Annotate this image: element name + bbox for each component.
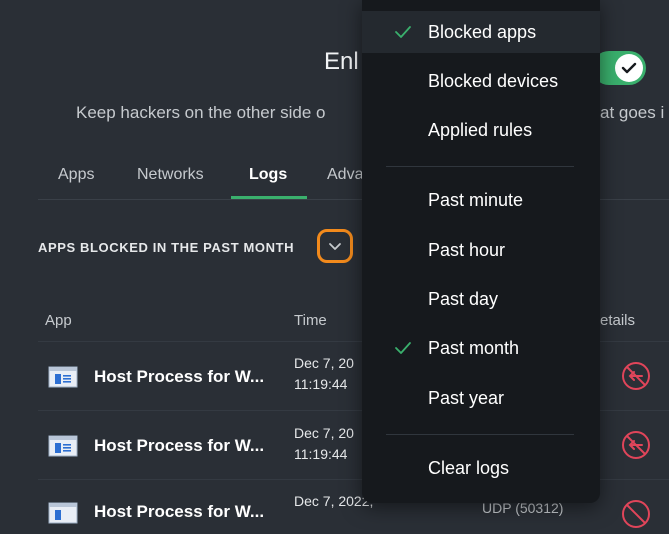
menu-item-label: Blocked devices [428,70,559,91]
menu-item-label: Past minute [428,189,524,210]
log-filter-dropdown-button[interactable] [317,229,353,263]
firewall-toggle[interactable] [592,51,646,85]
column-header-app[interactable]: App [45,312,72,329]
log-date: Dec 7, 20 [294,355,354,371]
check-icon [395,26,411,38]
app-name[interactable]: Host Process for W... [94,367,264,387]
menu-item-label: Applied rules [428,119,533,140]
app-name[interactable]: Host Process for W... [94,436,264,456]
app-window-icon [48,435,78,457]
active-tab-indicator [231,196,307,199]
tab-apps[interactable]: Apps [58,166,94,184]
menu-item-past-minute[interactable]: Past minute [362,179,600,221]
page-subtitle: Keep hackers on the other side o [76,103,326,122]
log-time: Dec 7, 20 11:19:44 [294,423,354,465]
menu-item-label: Clear logs [428,457,510,478]
menu-item-past-day[interactable]: Past day [362,278,600,320]
tab-logs[interactable]: Logs [249,166,287,184]
menu-item-past-year[interactable]: Past year [362,377,600,419]
column-header-time[interactable]: Time [294,312,327,329]
blocked-icon[interactable] [621,361,651,391]
check-icon [395,342,411,354]
chevron-down-icon [329,243,341,250]
menu-item-label: Past hour [428,239,506,260]
log-time: Dec 7, 20 11:19:44 [294,353,354,395]
tab-advanced[interactable]: Adva [327,166,363,184]
menu-item-label: Blocked apps [428,21,537,42]
log-date: Dec 7, 20 [294,425,354,441]
page-subtitle-tail: at goes i [600,103,665,122]
log-filter-menu: Blocked apps Blocked devices Applied rul… [362,0,600,503]
blocked-icon[interactable] [621,499,651,529]
log-clock: 11:19:44 [294,376,348,392]
app-window-icon [48,502,78,524]
menu-item-blocked-devices[interactable]: Blocked devices [362,60,600,102]
menu-divider [386,166,574,167]
menu-item-past-hour[interactable]: Past hour [362,229,600,271]
menu-item-blocked-apps[interactable]: Blocked apps [362,11,600,53]
menu-item-label: Past month [428,337,520,358]
column-header-details[interactable]: etails [600,312,635,329]
log-clock: 11:19:44 [294,446,348,462]
tab-networks[interactable]: Networks [137,166,204,184]
check-icon [615,54,643,82]
menu-item-past-month[interactable]: Past month [362,327,600,369]
menu-item-label: Past year [428,387,505,408]
menu-item-applied-rules[interactable]: Applied rules [362,109,600,151]
logs-section-title: APPS BLOCKED IN THE PAST MONTH [38,240,295,255]
app-window-icon [48,366,78,388]
menu-item-label: Past day [428,288,499,309]
blocked-icon[interactable] [621,430,651,460]
menu-divider [386,434,574,435]
app-name[interactable]: Host Process for W... [94,502,264,522]
menu-item-clear-logs[interactable]: Clear logs [362,447,600,489]
page-title: Enl [324,48,359,75]
